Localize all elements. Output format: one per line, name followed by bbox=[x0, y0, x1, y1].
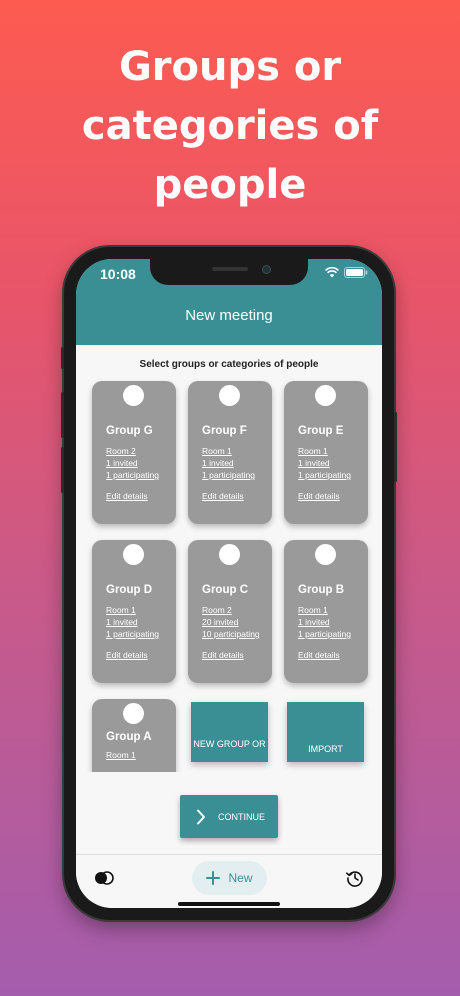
group-participating[interactable]: 1 participating bbox=[298, 469, 351, 481]
group-card-b[interactable]: Group B Room 1 1 invited 1 participating… bbox=[284, 540, 368, 683]
group-name: Group G bbox=[106, 425, 153, 437]
group-meta[interactable]: Room 1 1 invited 1 participating bbox=[106, 604, 159, 640]
app-bar: New meeting bbox=[76, 293, 382, 345]
group-participating[interactable]: 10 participating bbox=[202, 628, 260, 640]
group-meta[interactable]: Room 1 1 invited 1 participating bbox=[298, 604, 351, 640]
plus-icon bbox=[206, 871, 221, 885]
new-button-label: New bbox=[228, 871, 253, 885]
edit-details-link[interactable]: Edit details bbox=[106, 650, 148, 660]
group-room[interactable]: Room 1 bbox=[298, 445, 351, 457]
silent-switch bbox=[61, 347, 64, 369]
page-title: New meeting bbox=[185, 307, 273, 324]
group-name: Group E bbox=[298, 425, 344, 437]
section-subtitle: Select groups or categories of people bbox=[139, 359, 319, 370]
edit-details-link[interactable]: Edit details bbox=[202, 491, 244, 501]
group-meta[interactable]: Room 2 20 invited 10 participating bbox=[202, 604, 260, 640]
card-hole bbox=[123, 385, 144, 406]
volume-down-button bbox=[61, 447, 64, 493]
group-room[interactable]: Room 2 bbox=[106, 445, 159, 457]
group-meta[interactable]: Room 1 1 invited 1 participating bbox=[202, 445, 255, 481]
new-group-tile[interactable]: NEW GROUP OR bbox=[191, 702, 268, 762]
card-hole bbox=[123, 544, 144, 565]
group-participating[interactable]: 1 participating bbox=[202, 469, 255, 481]
group-meta[interactable]: Room 2 1 invited 1 participating bbox=[106, 445, 159, 481]
headline: Groups or categories of people bbox=[0, 38, 460, 215]
status-time: 10:08 bbox=[100, 266, 136, 282]
group-meta[interactable]: Room 1 1 invited 1 participating bbox=[298, 445, 351, 481]
headline-line-2: categories of bbox=[81, 103, 379, 149]
group-room[interactable]: Room 2 bbox=[202, 604, 260, 616]
card-hole bbox=[219, 544, 240, 565]
continue-button[interactable]: CONTINUE bbox=[180, 795, 278, 838]
group-invited[interactable]: 1 invited bbox=[298, 457, 351, 469]
group-participating[interactable]: 1 participating bbox=[106, 469, 159, 481]
card-hole bbox=[315, 385, 336, 406]
group-card-f[interactable]: Group F Room 1 1 invited 1 participating… bbox=[188, 381, 272, 524]
speaker-grille bbox=[212, 267, 248, 271]
group-invited[interactable]: 20 invited bbox=[202, 616, 260, 628]
battery-icon bbox=[344, 267, 368, 278]
status-icons bbox=[325, 267, 368, 278]
group-room[interactable]: Room 1 bbox=[298, 604, 351, 616]
edit-details-link[interactable]: Edit details bbox=[298, 650, 340, 660]
group-invited[interactable]: 1 invited bbox=[202, 457, 255, 469]
group-room[interactable]: Room 1 bbox=[202, 445, 255, 457]
phone-frame: 10:08 New meeting Select groups or categ… bbox=[61, 247, 397, 920]
group-card-g[interactable]: Group G Room 2 1 invited 1 participating… bbox=[92, 381, 176, 524]
edit-details-link[interactable]: Edit details bbox=[298, 491, 340, 501]
group-invited[interactable]: 1 invited bbox=[106, 457, 159, 469]
group-card-e[interactable]: Group E Room 1 1 invited 1 participating… bbox=[284, 381, 368, 524]
screen: 10:08 New meeting Select groups or categ… bbox=[76, 259, 382, 908]
group-name: Group F bbox=[202, 425, 247, 437]
group-card-a[interactable]: Group A Room 1 bbox=[92, 699, 176, 772]
group-participating[interactable]: 1 participating bbox=[106, 628, 159, 640]
group-room[interactable]: Room 1 bbox=[106, 604, 159, 616]
continue-label: CONTINUE bbox=[218, 811, 265, 822]
power-button bbox=[394, 412, 397, 482]
card-hole bbox=[219, 385, 240, 406]
group-name: Group B bbox=[298, 584, 344, 596]
group-name: Group A bbox=[106, 731, 152, 743]
headline-line-3: people bbox=[153, 162, 307, 208]
home-indicator bbox=[178, 902, 280, 906]
group-invited[interactable]: 1 invited bbox=[298, 616, 351, 628]
group-invited[interactable]: 1 invited bbox=[106, 616, 159, 628]
history-icon[interactable] bbox=[346, 869, 364, 887]
group-card-c[interactable]: Group C Room 2 20 invited 10 participati… bbox=[188, 540, 272, 683]
group-name: Group C bbox=[202, 584, 248, 596]
group-name: Group D bbox=[106, 584, 152, 596]
bottom-bar: New bbox=[76, 854, 382, 908]
chevron-right-icon bbox=[197, 809, 205, 824]
new-group-label: NEW GROUP OR bbox=[193, 739, 266, 749]
group-room[interactable]: Room 1 bbox=[106, 749, 136, 761]
group-participating[interactable]: 1 participating bbox=[298, 628, 351, 640]
headline-line-1: Groups or bbox=[118, 44, 342, 90]
groups-grid[interactable]: Group G Room 2 1 invited 1 participating… bbox=[76, 379, 382, 772]
group-card-d[interactable]: Group D Room 1 1 invited 1 participating… bbox=[92, 540, 176, 683]
edit-details-link[interactable]: Edit details bbox=[202, 650, 244, 660]
camera-icon bbox=[262, 265, 271, 274]
group-meta[interactable]: Room 1 bbox=[106, 749, 136, 761]
import-label: IMPORT bbox=[308, 744, 343, 754]
card-hole bbox=[315, 544, 336, 565]
card-hole bbox=[123, 703, 144, 724]
theme-toggle-icon[interactable] bbox=[94, 871, 114, 885]
import-tile[interactable]: IMPORT bbox=[287, 702, 364, 762]
new-button[interactable]: New bbox=[192, 861, 267, 895]
volume-up-button bbox=[61, 392, 64, 438]
edit-details-link[interactable]: Edit details bbox=[106, 491, 148, 501]
wifi-icon bbox=[325, 267, 339, 278]
notch bbox=[150, 259, 308, 285]
